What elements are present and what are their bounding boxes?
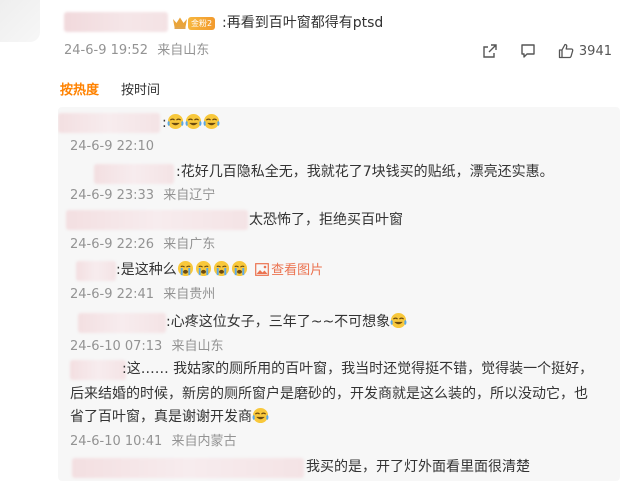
crying-emoji-icon [195, 260, 211, 277]
main-comment-location: 来自山东 [157, 43, 210, 58]
reply-location: 来自贵州 [163, 287, 216, 302]
main-comment-meta: 24-6-9 19:52 来自山东 [64, 41, 209, 61]
like-icon[interactable] [558, 43, 574, 59]
crying-emoji-icon [213, 260, 229, 277]
reply-time: 24-6-9 22:10 [70, 139, 155, 154]
laugh-cry-emoji-icon [203, 113, 220, 130]
reply-time: 24-6-9 23:33 [70, 188, 155, 203]
crown-icon [173, 17, 187, 29]
username-blurred[interactable] [64, 12, 168, 32]
reply-meta: 24-6-10 10:41 来自内蒙古 [70, 432, 237, 452]
reply-meta: 24-6-10 07:13 来自山东 [70, 337, 224, 357]
reply-meta: 24-6-9 22:41 来自贵州 [70, 285, 215, 305]
reply-location: 来自山东 [171, 339, 224, 354]
reply-time: 24-6-10 10:41 [70, 434, 163, 449]
reply-meta: 24-6-9 23:33 来自辽宁 [70, 186, 215, 206]
reply-text-line1: :这…… 我姑家的厕所用的百叶窗，我当时还觉得挺不错，觉得装一个挺好， [122, 361, 594, 377]
username-blurred[interactable] [76, 261, 116, 281]
laugh-cry-emoji-icon [390, 312, 407, 329]
username-blurred[interactable] [58, 113, 160, 133]
main-comment-time: 24-6-9 19:52 [64, 43, 149, 58]
comment-thread: 金粉2 :再看到百叶窗都得有ptsd 24-6-9 19:52 来自山东 394… [0, 0, 620, 481]
avatar[interactable] [0, 0, 40, 42]
reply-text: 我买的是，开了灯外面看里面很清楚 [306, 459, 530, 475]
laugh-cry-emoji-icon [167, 113, 184, 130]
sort-tabs: 按热度 按时间 [60, 79, 160, 98]
username-blurred[interactable] [70, 360, 126, 380]
reply-list: : 24-6-9 22:10 :花好几百隐私全无，我就花了7块钱买的贴纸，漂亮还… [58, 107, 620, 481]
reply-text: :心疼这位女子，三年了~~不可想象 [166, 311, 408, 333]
username-blurred[interactable] [94, 164, 174, 184]
reply-text: :花好几百隐私全无，我就花了7块钱买的贴纸，漂亮还实惠。 [176, 164, 554, 180]
reply-text-content: 省了百叶窗，真是谢谢开发商 [70, 409, 252, 425]
reply-text-line2: 后来结婚的时候，新房的厕所窗户是磨砂的，开发商就是这么装的，所以没动它，也 [70, 386, 588, 402]
reply-location: 来自广东 [163, 237, 216, 252]
reply-text-content: :心疼这位女子，三年了~~不可想象 [166, 314, 391, 330]
reply-text-content: :是这种么 [116, 262, 177, 278]
username-blurred[interactable] [78, 313, 166, 333]
reply-location: 来自辽宁 [163, 188, 216, 203]
fan-badge: 金粉2 [188, 17, 216, 30]
reply-time: 24-6-9 22:26 [70, 237, 155, 252]
reply-text: :是这种么 查看图片 [116, 259, 323, 282]
view-picture-link[interactable]: 查看图片 [255, 263, 323, 278]
reply-text-line3: 省了百叶窗，真是谢谢开发商 [70, 406, 270, 428]
laugh-cry-emoji-icon [252, 407, 269, 424]
username-blurred[interactable] [66, 210, 248, 230]
crying-emoji-icon [231, 260, 247, 277]
main-comment-text: :再看到百叶窗都得有ptsd [222, 15, 384, 31]
reply-meta: 24-6-9 22:10 [70, 137, 154, 157]
tab-sort-hot[interactable]: 按热度 [60, 79, 99, 98]
reply-text: 太恐怖了，拒绝买百叶窗 [249, 212, 403, 228]
like-count: 3941 [578, 43, 612, 59]
picture-icon [255, 263, 270, 276]
crying-emoji-icon [177, 260, 193, 277]
view-picture-label: 查看图片 [271, 263, 324, 278]
comment-actions: 3941 [460, 40, 612, 62]
username-blurred[interactable] [72, 458, 304, 478]
comment-icon[interactable] [520, 43, 536, 59]
reply-meta: 24-6-9 22:26 来自广东 [70, 235, 215, 255]
tab-sort-time[interactable]: 按时间 [121, 79, 160, 98]
reply-text: : [162, 112, 221, 134]
laugh-cry-emoji-icon [185, 113, 202, 130]
reply-location: 来自内蒙古 [171, 434, 237, 449]
reply-time: 24-6-10 07:13 [70, 339, 163, 354]
reply-time: 24-6-9 22:41 [70, 287, 155, 302]
share-icon[interactable] [482, 43, 498, 59]
